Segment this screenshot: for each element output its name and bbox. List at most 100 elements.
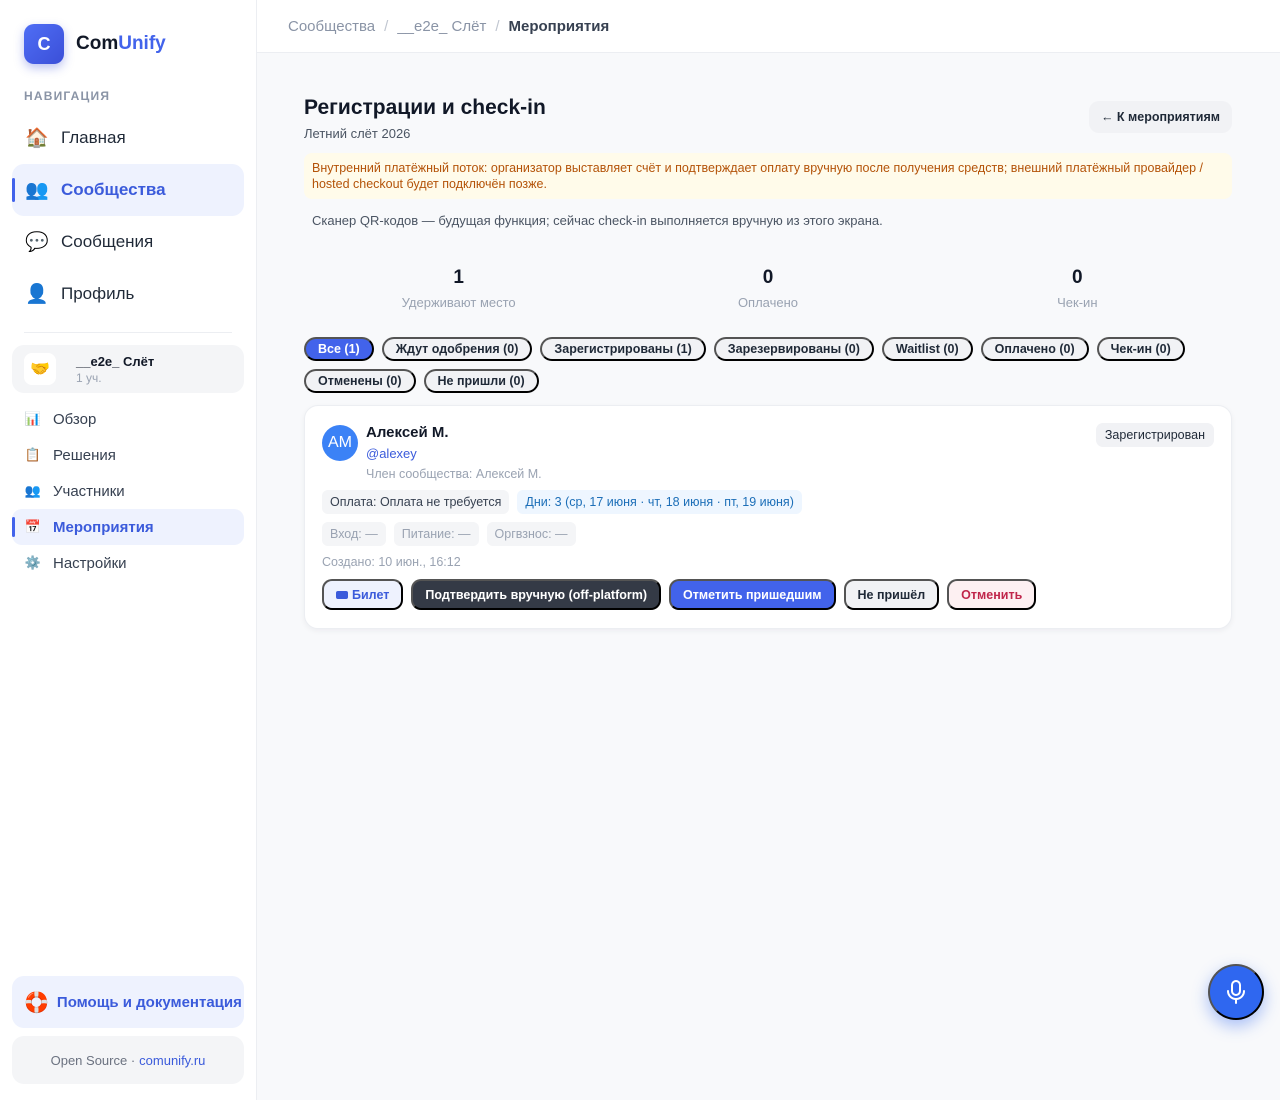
filter-reserved[interactable]: Зарезервированы (0) (713, 337, 874, 361)
stats-row: 1 Удерживают место 0 Оплачено 0 Чек-ин (304, 267, 1232, 310)
lifebuoy-icon: 🛟 (24, 991, 49, 1014)
brand-name-part2: Unify (118, 33, 166, 54)
footer-link[interactable]: comunify.ru (139, 1053, 205, 1068)
cancel-registration-button[interactable]: Отменить (947, 579, 1037, 610)
community-info: __e2e_ Слёт 1 уч. (76, 354, 154, 385)
registration-card: АМ Алексей М. @alexey Член сообщества: А… (304, 405, 1232, 629)
community-name: __e2e_ Слёт (76, 353, 155, 369)
breadcrumb-communities[interactable]: Сообщества (288, 18, 375, 35)
footer-text: Open Source · (50, 1052, 136, 1068)
stat-value: 0 (762, 267, 774, 288)
status-filters: Все (1) Ждут одобрения (0) Зарегистриров… (304, 337, 1232, 393)
sidebar-subitem-events[interactable]: 📅 Мероприятия (12, 509, 244, 545)
breadcrumb-separator: / (384, 17, 389, 35)
ticket-button-label: Билет (352, 587, 390, 602)
chart-icon: 📊 (24, 411, 42, 426)
open-source-footer: Open Source · comunify.ru (12, 1036, 244, 1084)
mark-checked-in-button[interactable]: Отметить пришедшим (669, 579, 836, 610)
sidebar-subitem-label: Участники (53, 482, 125, 500)
filter-waitlist[interactable]: Waitlist (0) (881, 337, 973, 361)
nav-section-label: НАВИГАЦИЯ (24, 89, 111, 103)
stat-checkin: 0 Чек-ин (923, 267, 1232, 310)
event-name: Летний слёт 2026 (304, 126, 411, 141)
filter-no-show[interactable]: Не пришли (0) (423, 369, 539, 393)
filter-pending[interactable]: Ждут одобрения (0) (381, 337, 533, 361)
sidebar-item-label: Главная (61, 128, 126, 147)
sidebar-item-messages[interactable]: 💬 Сообщения (12, 216, 244, 268)
brand[interactable]: C ComUnify (24, 24, 166, 64)
stat-paid: 0 Оплачено (613, 267, 922, 310)
filter-cancelled[interactable]: Отменены (0) (304, 369, 416, 393)
attendee-handle[interactable]: @alexey (366, 446, 417, 461)
payment-tag: Оплата: Оплата не требуется (322, 490, 510, 514)
payment-days-tags: Оплата: Оплата не требуется Дни: 3 (ср, … (322, 490, 802, 514)
brand-name-part1: Com (76, 33, 119, 54)
chat-icon: 💬 (25, 232, 49, 253)
community-card[interactable]: 🤝 __e2e_ Слёт 1 уч. (12, 345, 244, 393)
members-icon: 👥 (24, 483, 42, 498)
sidebar-item-label: Сообщества (61, 180, 166, 199)
filter-checkin[interactable]: Чек-ин (0) (1096, 337, 1185, 361)
status-badge: Зарегистрирован (1095, 423, 1214, 447)
brand-logo: C (24, 24, 64, 64)
stat-value: 0 (1072, 267, 1083, 288)
stat-label: Чек-ин (1057, 295, 1098, 310)
attendee-membership: Член сообщества: Алексей М. (366, 467, 542, 481)
sidebar-item-label: Профиль (61, 284, 135, 303)
filter-paid[interactable]: Оплачено (0) (980, 337, 1089, 361)
stat-label: Оплачено (737, 295, 799, 310)
help-docs-button[interactable]: 🛟 Помощь и документация (12, 976, 244, 1028)
sidebar-item-home[interactable]: 🏠 Главная (12, 112, 244, 164)
clipboard-icon: 📋 (24, 447, 42, 462)
microphone-icon (1227, 980, 1245, 1004)
sidebar-subitem-label: Мероприятия (53, 518, 154, 536)
avatar: АМ (322, 425, 358, 461)
breadcrumb: Сообщества / __e2e_ Слёт / Мероприятия (257, 0, 1280, 53)
breadcrumb-current: Мероприятия (508, 17, 610, 35)
sidebar: C ComUnify НАВИГАЦИЯ 🏠 Главная 👥 Сообщес… (0, 0, 257, 1100)
sidebar-subitem-decisions[interactable]: 📋 Решения (12, 437, 244, 473)
users-icon: 👥 (25, 180, 49, 201)
days-tag: Дни: 3 (ср, 17 июня · чт, 18 июня · пт, … (517, 490, 802, 514)
ticket-icon (336, 590, 348, 599)
ticket-button[interactable]: Билет (322, 579, 404, 610)
sidebar-item-profile[interactable]: 👤 Профиль (12, 268, 244, 320)
food-fee-tag: Питание: — (393, 522, 479, 546)
community-member-count: 1 уч. (76, 370, 102, 385)
registration-actions: Билет Подтвердить вручную (off-platform)… (322, 579, 1037, 610)
sidebar-subitem-overview[interactable]: 📊 Обзор (12, 401, 244, 437)
payment-flow-notice: Внутренний платёжный поток: организатор … (304, 153, 1232, 199)
entry-fee-tag: Вход: — (322, 522, 386, 546)
sidebar-subitem-label: Решения (53, 446, 116, 464)
gear-icon: ⚙️ (24, 555, 42, 570)
org-fee-tag: Оргвзнос: — (486, 522, 576, 546)
stat-label: Удерживают место (401, 295, 516, 310)
sidebar-subitem-members[interactable]: 👥 Участники (12, 473, 244, 509)
calendar-icon: 📅 (24, 519, 42, 534)
help-docs-label: Помощь и документация (56, 993, 242, 1011)
fees-tags: Вход: — Питание: — Оргвзнос: — (322, 522, 576, 546)
confirm-manual-button[interactable]: Подтвердить вручную (off-platform) (411, 579, 662, 610)
back-to-events-button[interactable]: ← К мероприятиям (1088, 101, 1232, 133)
sidebar-subitem-label: Обзор (53, 410, 97, 428)
home-icon: 🏠 (25, 128, 49, 149)
sidebar-item-label: Сообщения (61, 232, 154, 251)
user-icon: 👤 (25, 284, 49, 305)
sidebar-item-communities[interactable]: 👥 Сообщества (12, 164, 244, 216)
no-show-button[interactable]: Не пришёл (843, 579, 940, 610)
sidebar-subitem-settings[interactable]: ⚙️ Настройки (12, 545, 244, 581)
sidebar-divider (24, 332, 232, 333)
page-title: Регистрации и check-in (304, 96, 546, 119)
filter-registered[interactable]: Зарегистрированы (1) (540, 337, 706, 361)
voice-input-button[interactable] (1208, 964, 1264, 1020)
sidebar-subitem-label: Настройки (53, 554, 127, 572)
filter-all[interactable]: Все (1) (304, 337, 374, 361)
attendee-name: Алексей М. (366, 424, 449, 441)
stat-value: 1 (453, 267, 464, 288)
breadcrumb-community[interactable]: __e2e_ Слёт (397, 18, 486, 35)
created-timestamp: Создано: 10 июн., 16:12 (322, 555, 461, 569)
breadcrumb-separator: / (495, 17, 500, 35)
qr-scanner-note: Сканер QR-кодов — будущая функция; сейча… (312, 213, 883, 228)
handshake-icon: 🤝 (24, 353, 56, 385)
brand-name: ComUnify (76, 33, 166, 55)
